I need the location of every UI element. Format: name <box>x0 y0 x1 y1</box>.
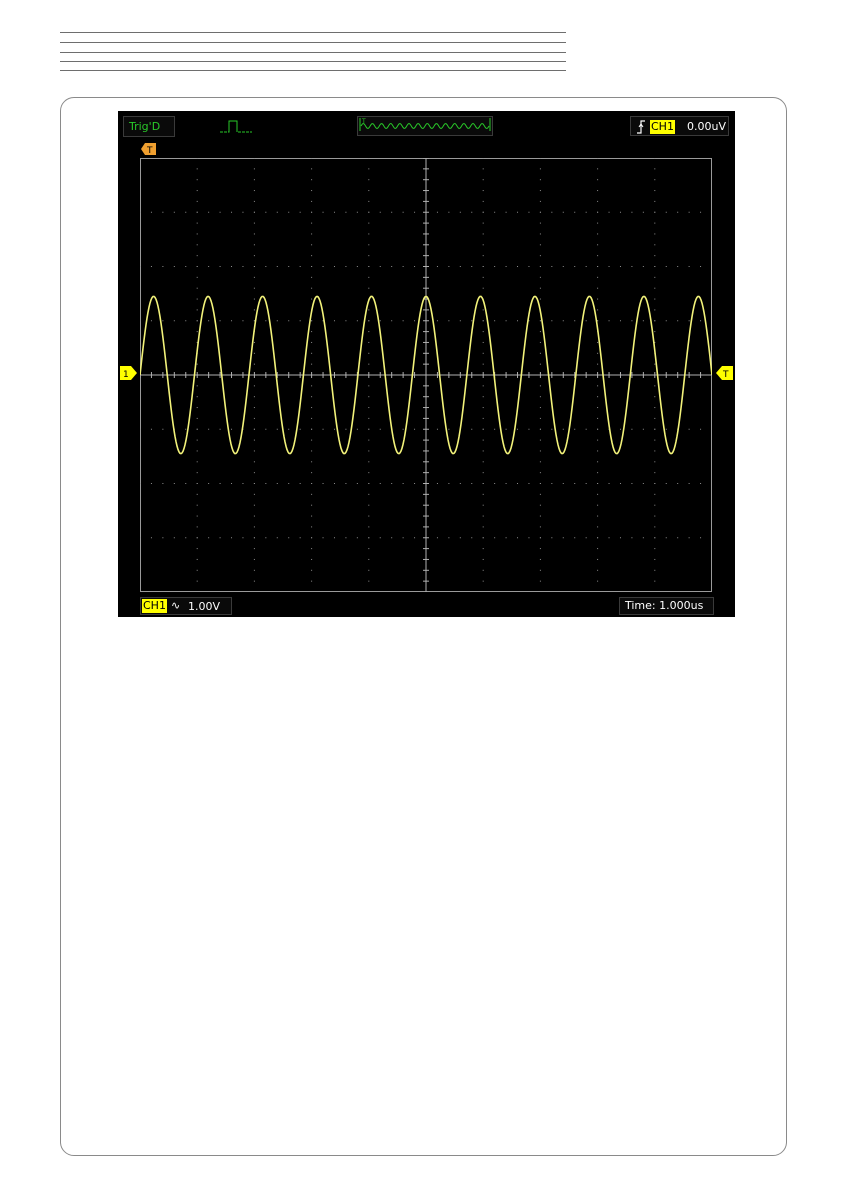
trigger-state: Trig'D <box>123 116 175 137</box>
overview-wave: T <box>359 118 491 131</box>
oscilloscope-screen: Trig'D T CH1 0.00uV T 1 T CH1 ∿ 1.00V Ti… <box>118 111 735 617</box>
ch1-ground-marker: 1 <box>120 366 137 380</box>
header-rules <box>60 32 566 72</box>
waveform-graticule <box>140 158 712 592</box>
graticule-dots <box>140 158 702 582</box>
channel-badge: CH1 <box>142 599 167 613</box>
trigger-info: CH1 0.00uV <box>630 116 729 136</box>
volts-per-div: 1.00V <box>188 600 221 613</box>
ch1-ground-marker-label: 1 <box>123 370 129 380</box>
svg-text:T: T <box>361 118 366 125</box>
trigger-channel-badge: CH1 <box>650 120 675 134</box>
graticule-axes <box>140 158 712 592</box>
trigger-position-marker: T <box>141 143 156 155</box>
waveform-overview: T <box>357 116 493 136</box>
rising-edge-trigger-icon <box>637 120 645 134</box>
pulse-width-trigger-icon <box>220 120 252 133</box>
trigger-level-marker: T <box>716 366 733 380</box>
trigger-position-marker-label: T <box>146 146 153 155</box>
trigger-level-marker-label: T <box>722 370 729 380</box>
channel-status: CH1 ∿ 1.00V <box>140 597 232 615</box>
coupling-ac-icon: ∿ <box>171 599 181 612</box>
timebase-status: Time: 1.000us <box>619 597 714 615</box>
trigger-level: 0.00uV <box>687 120 726 133</box>
